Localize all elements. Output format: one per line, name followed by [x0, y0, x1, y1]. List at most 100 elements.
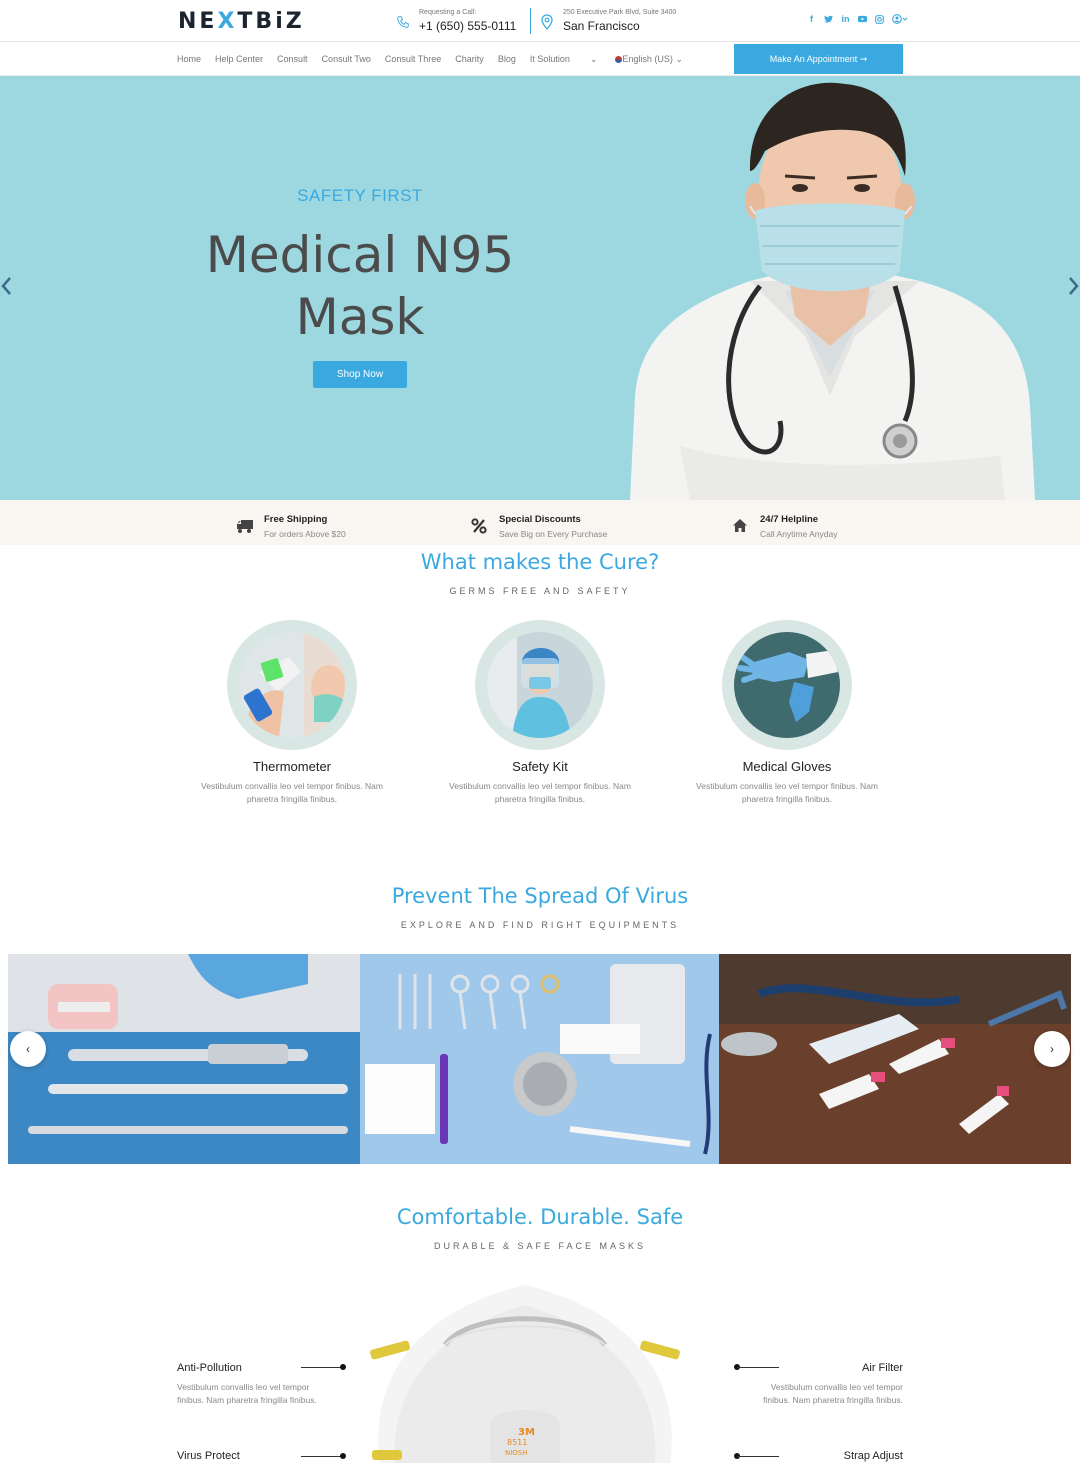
feature-subtitle: Call Anytime Anyday: [760, 529, 838, 539]
doctor-image: [630, 82, 1035, 500]
feature-special-discounts: Special Discounts Save Big on Every Purc…: [471, 514, 607, 539]
facebook-icon[interactable]: f: [807, 14, 816, 24]
mask-feature-description: Vestibulum convallis leo vel tempor finib…: [733, 1381, 903, 1407]
card-title: Thermometer: [252, 759, 332, 774]
mask-feature-title: Anti-Pollution: [177, 1362, 242, 1374]
logo-text-start: NE: [178, 9, 218, 34]
nav-item-blog[interactable]: Blog: [498, 54, 516, 65]
make-appointment-button[interactable]: Make An Appointment ➞: [734, 44, 903, 74]
nav-more-dropdown[interactable]: ⌄: [590, 54, 598, 65]
gallery-image-dental-tools[interactable]: [8, 954, 360, 1164]
contact-divider: [530, 8, 531, 34]
social-links: f in: [807, 14, 908, 24]
nav-item-charity[interactable]: Charity: [455, 54, 484, 65]
card-desc-line1: Vestibulum convallis leo vel tempor fini…: [449, 781, 631, 791]
safety-kit-image: [487, 632, 593, 738]
card-image-frame: [722, 620, 852, 750]
language-selector[interactable]: English (US) ⌄: [615, 54, 683, 65]
youtube-icon[interactable]: [858, 14, 867, 24]
language-label: English (US): [622, 54, 673, 64]
nav-item-it-solution[interactable]: It Solution: [530, 54, 570, 65]
connector-line: [737, 1456, 779, 1457]
feature-subtitle: For orders Above $20: [264, 529, 346, 539]
hero-prev-arrow[interactable]: [0, 276, 12, 302]
card-desc-line2: pharetra fringilla finibus.: [741, 794, 833, 804]
prevent-section-title: Prevent The Spread Of Virus: [391, 884, 689, 908]
feature-title: Free Shipping: [264, 514, 328, 525]
nav-item-consult-two[interactable]: Consult Two: [322, 54, 371, 65]
equipment-gallery: [8, 954, 1071, 1164]
shop-now-button[interactable]: Shop Now: [313, 361, 407, 388]
card-image-frame: [475, 620, 605, 750]
card-image-frame: [227, 620, 357, 750]
medical-gloves-image: [734, 632, 840, 738]
card-description: Vestibulum convallis leo vel tempor fini…: [182, 780, 402, 806]
hero-title: Medical N95 Mask: [190, 224, 530, 348]
mask-feature-title: Air Filter: [862, 1362, 903, 1374]
call-number[interactable]: +1 (650) 555-0111: [419, 18, 516, 34]
nav-item-consult-three[interactable]: Consult Three: [385, 54, 441, 65]
nav-menu: Home Help Center Consult Consult Two Con…: [177, 54, 683, 65]
card-desc-line2: pharetra fringilla finibus.: [494, 794, 586, 804]
call-label: Requesting a Call:: [419, 9, 477, 16]
connector-dot: [340, 1364, 346, 1370]
instagram-icon[interactable]: [875, 14, 884, 24]
mask-brand-print: 3M: [518, 1427, 535, 1438]
address-line: 250 Executive Park Blvd, Suite 3400: [563, 9, 677, 16]
card-title: Medical Gloves: [742, 759, 832, 774]
gallery-prev-button[interactable]: ‹: [10, 1031, 46, 1067]
main-nav: Home Help Center Consult Consult Two Con…: [0, 43, 1080, 76]
location-pin-icon: [539, 11, 555, 33]
truck-icon: [236, 518, 254, 536]
nav-item-help-center[interactable]: Help Center: [215, 54, 263, 65]
card-thermometer[interactable]: Thermometer Vestibulum convallis leo vel…: [182, 620, 402, 806]
features-strip: Free Shipping For orders Above $20 Speci…: [0, 500, 1080, 545]
chevron-down-icon: ⌄: [672, 54, 683, 64]
linkedin-icon[interactable]: in: [841, 14, 850, 24]
feature-title: Special Discounts: [499, 514, 581, 525]
nav-item-consult[interactable]: Consult: [277, 54, 308, 65]
call-contact[interactable]: Requesting a Call: +1 (650) 555-0111: [395, 8, 516, 34]
hero-slider: SAFETY FIRST Medical N95 Mask Shop Now: [0, 76, 1080, 500]
prevent-section-subtitle: EXPLORE AND FIND RIGHT EQUIPMENTS: [400, 920, 680, 930]
gallery-image-surgical-tools[interactable]: [360, 954, 719, 1164]
hero-kicker: SAFETY FIRST: [297, 186, 423, 205]
site-logo[interactable]: NEXTBiZ: [178, 9, 305, 34]
feature-helpline: 24/7 Helpline Call Anytime Anyday: [732, 514, 837, 539]
card-description: Vestibulum convallis leo vel tempor fini…: [677, 780, 897, 806]
hero-next-arrow[interactable]: [1068, 276, 1080, 302]
card-desc-line2: pharetra fringilla finibus.: [246, 794, 338, 804]
card-desc-line1: Vestibulum convallis leo vel tempor fini…: [201, 781, 383, 791]
mask-feature-desc-line2: finibus. Nam pharetra fringilla finibus.: [763, 1395, 903, 1405]
connector-line: [301, 1367, 343, 1368]
mask-niosh-print: NIOSH: [505, 1449, 528, 1457]
mask-model-print: 8511: [507, 1438, 527, 1447]
logo-text-x: X: [217, 9, 238, 34]
feature-subtitle: Save Big on Every Purchase: [499, 529, 608, 539]
phone-icon: [395, 11, 411, 33]
cure-section-title: What makes the Cure?: [420, 550, 660, 574]
gallery-image-lancets[interactable]: [719, 954, 1071, 1164]
percent-icon: [471, 518, 489, 536]
twitter-icon[interactable]: [824, 14, 833, 24]
thermometer-image: [239, 632, 345, 738]
card-description: Vestibulum convallis leo vel tempor fini…: [430, 780, 650, 806]
connector-line: [737, 1367, 779, 1368]
card-medical-gloves[interactable]: Medical Gloves Vestibulum convallis leo …: [677, 620, 897, 806]
mask-feature-air-filter: Air Filter Vestibulum convallis leo vel …: [733, 1362, 903, 1407]
hero-title-line1: Medical N95: [205, 226, 515, 284]
hero-title-line2: Mask: [295, 288, 425, 346]
gallery-next-button[interactable]: ›: [1034, 1031, 1070, 1067]
logo-text-end: TBiZ: [237, 9, 305, 34]
feature-free-shipping: Free Shipping For orders Above $20: [236, 514, 346, 539]
card-desc-line1: Vestibulum convallis leo vel tempor fini…: [696, 781, 878, 791]
mask-feature-desc-line2: finibus. Nam pharetra fringilla finibus.: [177, 1395, 317, 1405]
mask-feature-anti-pollution: Anti-Pollution Vestibulum convallis leo …: [177, 1362, 347, 1407]
address-city: San Francisco: [563, 19, 640, 33]
feature-title: 24/7 Helpline: [760, 514, 819, 525]
user-account-icon[interactable]: [892, 14, 908, 24]
mask-feature-desc-line1: Vestibulum convallis leo vel tempor: [770, 1382, 903, 1392]
nav-item-home[interactable]: Home: [177, 54, 201, 65]
masks-section-subtitle: DURABLE & SAFE FACE MASKS: [433, 1241, 647, 1251]
card-safety-kit[interactable]: Safety Kit Vestibulum convallis leo vel …: [430, 620, 650, 806]
